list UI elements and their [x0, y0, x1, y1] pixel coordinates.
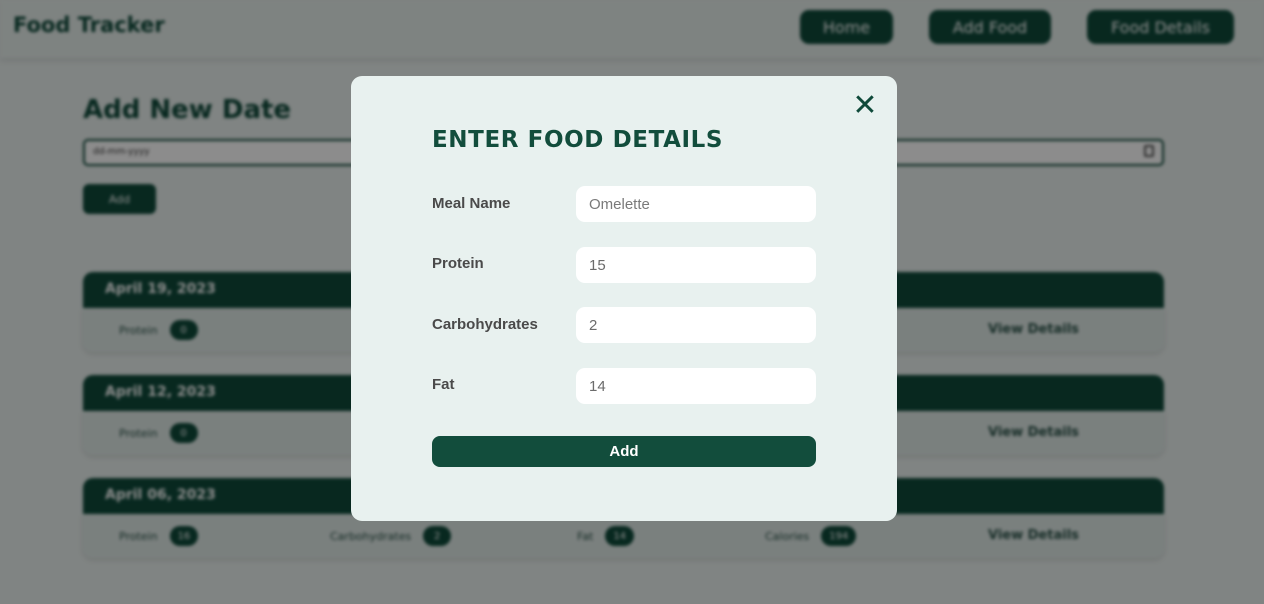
- fat-input[interactable]: [576, 368, 816, 404]
- meal-name-input[interactable]: [576, 186, 816, 222]
- carbohydrates-input[interactable]: [576, 307, 816, 343]
- modal-title: ENTER FOOD DETAILS: [432, 127, 724, 153]
- fat-label: Fat: [432, 376, 455, 393]
- carbohydrates-label: Carbohydrates: [432, 316, 538, 333]
- meal-name-label: Meal Name: [432, 195, 511, 212]
- protein-label: Protein: [432, 255, 484, 272]
- protein-input[interactable]: [576, 247, 816, 283]
- food-details-modal: ✕ ENTER FOOD DETAILS Meal Name Protein C…: [351, 76, 897, 521]
- add-food-button[interactable]: Add: [432, 436, 816, 467]
- close-icon[interactable]: ✕: [851, 91, 879, 121]
